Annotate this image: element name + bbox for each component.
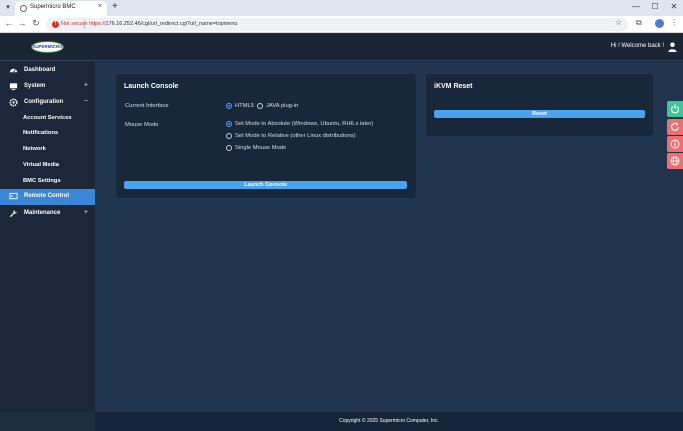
radio-html5-label[interactable]: HTML5: [235, 103, 254, 109]
panel-title: Launch Console: [124, 83, 179, 90]
copyright-text: Copyright © 2025 Supermicro Computer, In…: [339, 418, 439, 424]
logo-text: SUPERMICRO: [32, 44, 63, 49]
maximize-icon[interactable]: ☐: [648, 2, 662, 11]
url-path: 176.16.252.46/cgi/url_redirect.cgi?url_n…: [105, 21, 238, 27]
sidebar-item-label: Notifications: [23, 130, 59, 136]
sidebar-item-virtual-media[interactable]: Virtual Media: [0, 158, 95, 173]
welcome-text: Hi ! Welcome back !: [610, 43, 664, 49]
url-divider: [84, 20, 85, 29]
user-icon[interactable]: [668, 42, 677, 52]
language-button[interactable]: [667, 153, 683, 169]
radio-single-mouse-label[interactable]: Single Mouse Mode: [235, 145, 286, 151]
refresh-button[interactable]: [667, 119, 683, 135]
launch-console-panel: Launch Console Current Interface HTML5 J…: [116, 74, 416, 198]
radio-mouse-relative[interactable]: [226, 133, 232, 139]
minimize-icon[interactable]: —: [629, 2, 643, 11]
radio-mouse-absolute[interactable]: [226, 121, 232, 127]
profile-icon[interactable]: [655, 19, 664, 28]
sidebar-item-remote-control[interactable]: Remote Control: [0, 189, 95, 205]
browser-titlebar: ▾ Supermicro BMC × + — ☐ ✕: [0, 0, 683, 16]
reset-button[interactable]: Reset: [434, 110, 645, 118]
forward-icon[interactable]: →: [16, 18, 28, 28]
radio-mouse-absolute-label[interactable]: Set Mode to Absolute (Windows, Ubuntu, R…: [235, 121, 373, 127]
window-close-icon[interactable]: ✕: [667, 2, 681, 11]
back-icon[interactable]: ←: [3, 18, 15, 28]
url-scheme: https://: [89, 21, 106, 27]
radio-mouse-relative-label[interactable]: Set Mode to Relative (other Linux distri…: [235, 133, 356, 139]
expand-icon[interactable]: +: [84, 209, 88, 216]
sidebar-item-bmc-settings[interactable]: BMC Settings: [0, 174, 95, 189]
sidebar-item-configuration[interactable]: Configuration −: [0, 95, 95, 110]
current-interface-label: Current Interface: [125, 103, 169, 109]
sidebar-item-dashboard[interactable]: Dashboard: [0, 63, 95, 78]
info-icon: [670, 139, 680, 149]
radio-java-plugin[interactable]: [257, 103, 263, 109]
sidebar-item-label: Maintenance: [24, 210, 61, 216]
footer: Copyright © 2025 Supermicro Computer, In…: [95, 412, 683, 431]
browser-tab[interactable]: Supermicro BMC ×: [15, 1, 107, 16]
launch-console-button[interactable]: Launch Console: [124, 181, 407, 189]
url-omnibox[interactable]: ! Not secure https://176.16.252.46/cgi/u…: [46, 18, 628, 31]
supermicro-logo[interactable]: SUPERMICRO: [31, 41, 64, 53]
refresh-icon: [670, 122, 680, 131]
sidebar-item-label: System: [24, 83, 46, 89]
extensions-icon[interactable]: ⧉: [636, 18, 642, 28]
sidebar-item-label: Account Services: [23, 115, 72, 121]
reload-icon[interactable]: ↻: [30, 18, 42, 29]
tab-menu-icon[interactable]: ▾: [3, 3, 13, 13]
tab-close-icon[interactable]: ×: [98, 3, 102, 10]
sidebar-item-system[interactable]: System +: [0, 79, 95, 94]
radio-java-plugin-label[interactable]: JAVA plug-in: [266, 103, 298, 109]
sidebar-item-network[interactable]: Network: [0, 142, 95, 157]
gear-icon: [9, 98, 18, 107]
radio-html5[interactable]: [226, 103, 232, 109]
dashboard-icon: [9, 68, 18, 73]
expand-icon[interactable]: +: [84, 82, 88, 89]
sidebar-item-label: Configuration: [24, 99, 64, 105]
sidebar: Dashboard System + Configuration − Accou…: [0, 62, 95, 412]
new-tab-button[interactable]: +: [112, 1, 118, 12]
url-text[interactable]: https://176.16.252.46/cgi/url_redirect.c…: [89, 21, 237, 27]
power-icon: [670, 104, 680, 114]
sidebar-item-label: Network: [23, 146, 46, 152]
power-button[interactable]: [667, 101, 683, 117]
wrench-icon: [9, 209, 18, 218]
globe-icon: [670, 156, 680, 166]
mouse-mode-label: Mouse Mode: [125, 122, 159, 128]
not-secure-icon: !: [52, 21, 59, 28]
system-icon: [9, 83, 18, 91]
address-bar: ← → ↻ ! Not secure https://176.16.252.46…: [0, 16, 683, 33]
sidebar-item-notifications[interactable]: Notifications: [0, 126, 95, 141]
star-icon[interactable]: ☆: [615, 18, 622, 27]
info-button[interactable]: [667, 136, 683, 152]
sidebar-item-account-services[interactable]: Account Services: [0, 111, 95, 126]
favicon-icon: [20, 5, 27, 12]
ikvm-reset-panel: iKVM Reset Reset: [426, 74, 653, 136]
radio-single-mouse[interactable]: [226, 145, 232, 151]
collapse-icon[interactable]: −: [84, 98, 88, 105]
panel-title: iKVM Reset: [434, 83, 473, 90]
app-header: SUPERMICRO Hi ! Welcome back !: [0, 34, 683, 61]
sidebar-item-label: Remote Control: [24, 193, 69, 199]
tab-title: Supermicro BMC: [30, 4, 76, 10]
main-content: Launch Console Current Interface HTML5 J…: [95, 62, 683, 412]
more-icon[interactable]: ⋮: [670, 18, 678, 27]
sidebar-item-label: Virtual Media: [23, 162, 59, 168]
sidebar-item-label: Dashboard: [24, 67, 56, 73]
sidebar-item-label: BMC Settings: [23, 178, 61, 184]
sidebar-item-maintenance[interactable]: Maintenance +: [0, 206, 95, 221]
remote-console-icon: [9, 192, 18, 200]
